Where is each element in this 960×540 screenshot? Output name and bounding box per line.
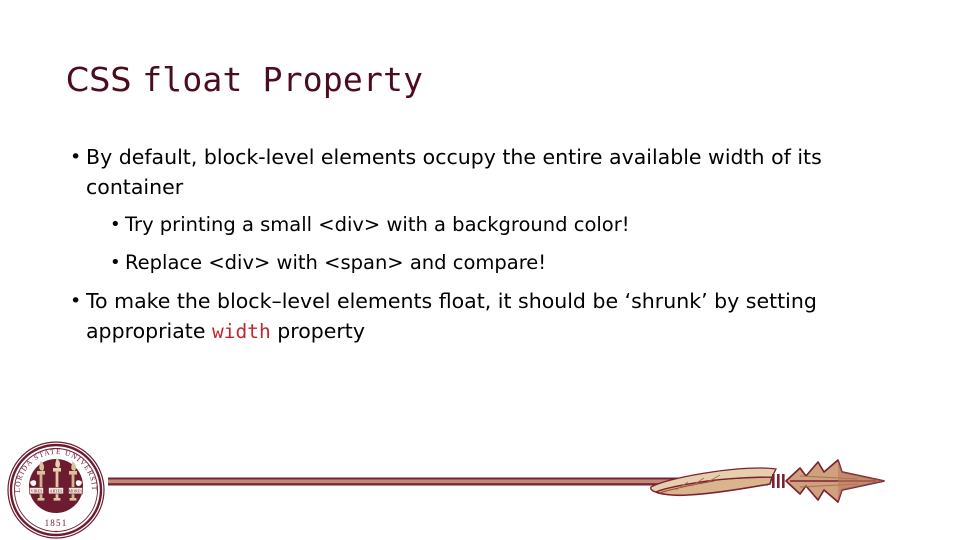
list-item: • To make the block–level elements float… — [70, 286, 892, 347]
spear-shaft-top-line — [108, 477, 768, 480]
seal-banners: VIRES ARTES MORES — [29, 487, 83, 495]
page-title: CSS float Property — [66, 58, 423, 102]
seal-banner-right-text: MORES — [68, 488, 83, 493]
bullet-marker-icon: • — [110, 252, 121, 273]
spear-shaft-bottom-line — [108, 483, 768, 486]
florida-state-university-seal: FLORIDA STATE UNIVERSITY — [6, 440, 105, 539]
list-item-label: Try printing a small <div> with a backgr… — [125, 213, 630, 236]
list-item-label: Replace <div> with <span> and compare! — [125, 251, 547, 274]
spear-binding-rings — [772, 474, 785, 488]
spear-shaft-middle-line — [108, 479, 768, 484]
spear-head — [785, 459, 885, 503]
fsu-spear — [108, 459, 885, 503]
slide: CSS float Property • By default, block-l… — [0, 0, 960, 540]
seal-banner-center-text: ARTES — [50, 488, 63, 493]
slide-body: • By default, block-level elements occup… — [62, 142, 892, 347]
bullet-marker-icon: • — [70, 146, 82, 168]
bullet-marker-icon: • — [110, 214, 121, 235]
seal-bottom-dot — [55, 530, 57, 533]
list-item: • Replace <div> with <span> and compare! — [110, 248, 892, 278]
bullet-marker-icon: • — [70, 290, 82, 312]
seal-year-text: 1851 — [45, 518, 68, 528]
spear-feather — [650, 467, 777, 497]
list-item-text-after: property — [270, 319, 365, 343]
list-item: • Try printing a small <div> with a back… — [110, 210, 892, 240]
page-title-code-keyword: float — [142, 60, 243, 99]
seal-banner-left-text: VIRES — [31, 488, 44, 493]
list-item: • By default, block-level elements occup… — [70, 142, 892, 202]
code-keyword-width: width — [211, 320, 271, 343]
list-item-text-before: To make the block–level elements float, … — [86, 289, 817, 343]
page-title-sans-part: CSS — [66, 60, 143, 99]
list-item-label: To make the block–level elements float, … — [86, 286, 892, 347]
page-title-mono-part: Property — [242, 60, 424, 99]
list-item-label: By default, block-level elements occupy … — [86, 145, 822, 199]
